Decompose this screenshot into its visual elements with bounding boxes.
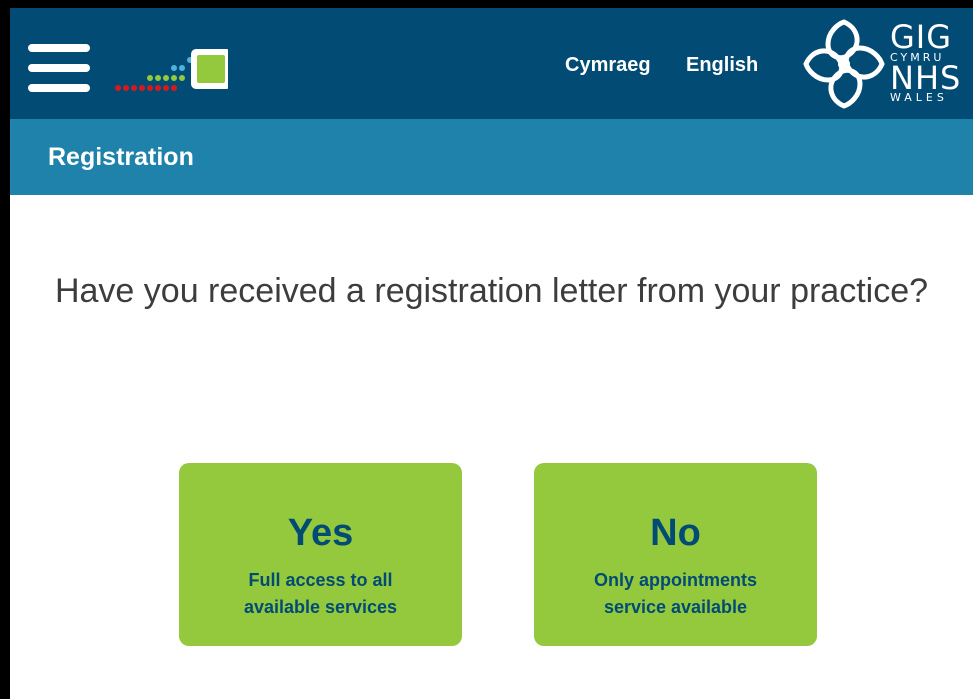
language-cymraeg-link[interactable]: Cymraeg [565,54,651,77]
sub-header-bar: Registration [10,119,973,195]
hamburger-menu-icon[interactable] [28,44,90,94]
yes-button-title: Yes [287,512,354,554]
no-button[interactable]: No Only appointments service available [534,463,817,646]
yes-subtitle-line1: Full access to all [248,570,393,590]
yes-subtitle-line2: available services [243,597,398,617]
nhs-logo-line1: GIG [890,18,953,56]
yes-button[interactable]: Yes Full access to all available service… [179,463,462,646]
top-bar: Cymraeg English GIG CYMRU NHS WALES [10,8,973,119]
no-button-title: No [650,512,701,554]
nhs-logo-line3: NHS [890,59,962,97]
no-subtitle-line1: Only appointments [593,570,757,590]
hamburger-line [28,84,90,92]
nhs-wales-wordmark: GIG CYMRU NHS WALES [890,18,970,104]
hamburger-line [28,44,90,52]
celtic-knot-emblem-icon [803,19,885,109]
no-button-subtitle: Only appointments service available [534,567,817,621]
hamburger-line [28,64,90,72]
yes-button-subtitle: Full access to all available services [179,567,462,621]
no-subtitle-line2: service available [603,597,748,617]
registration-question: Have you received a registration letter … [54,272,929,310]
app-logo-icon [115,49,228,91]
language-english-link[interactable]: English [686,54,758,77]
page-title: Registration [48,143,194,171]
